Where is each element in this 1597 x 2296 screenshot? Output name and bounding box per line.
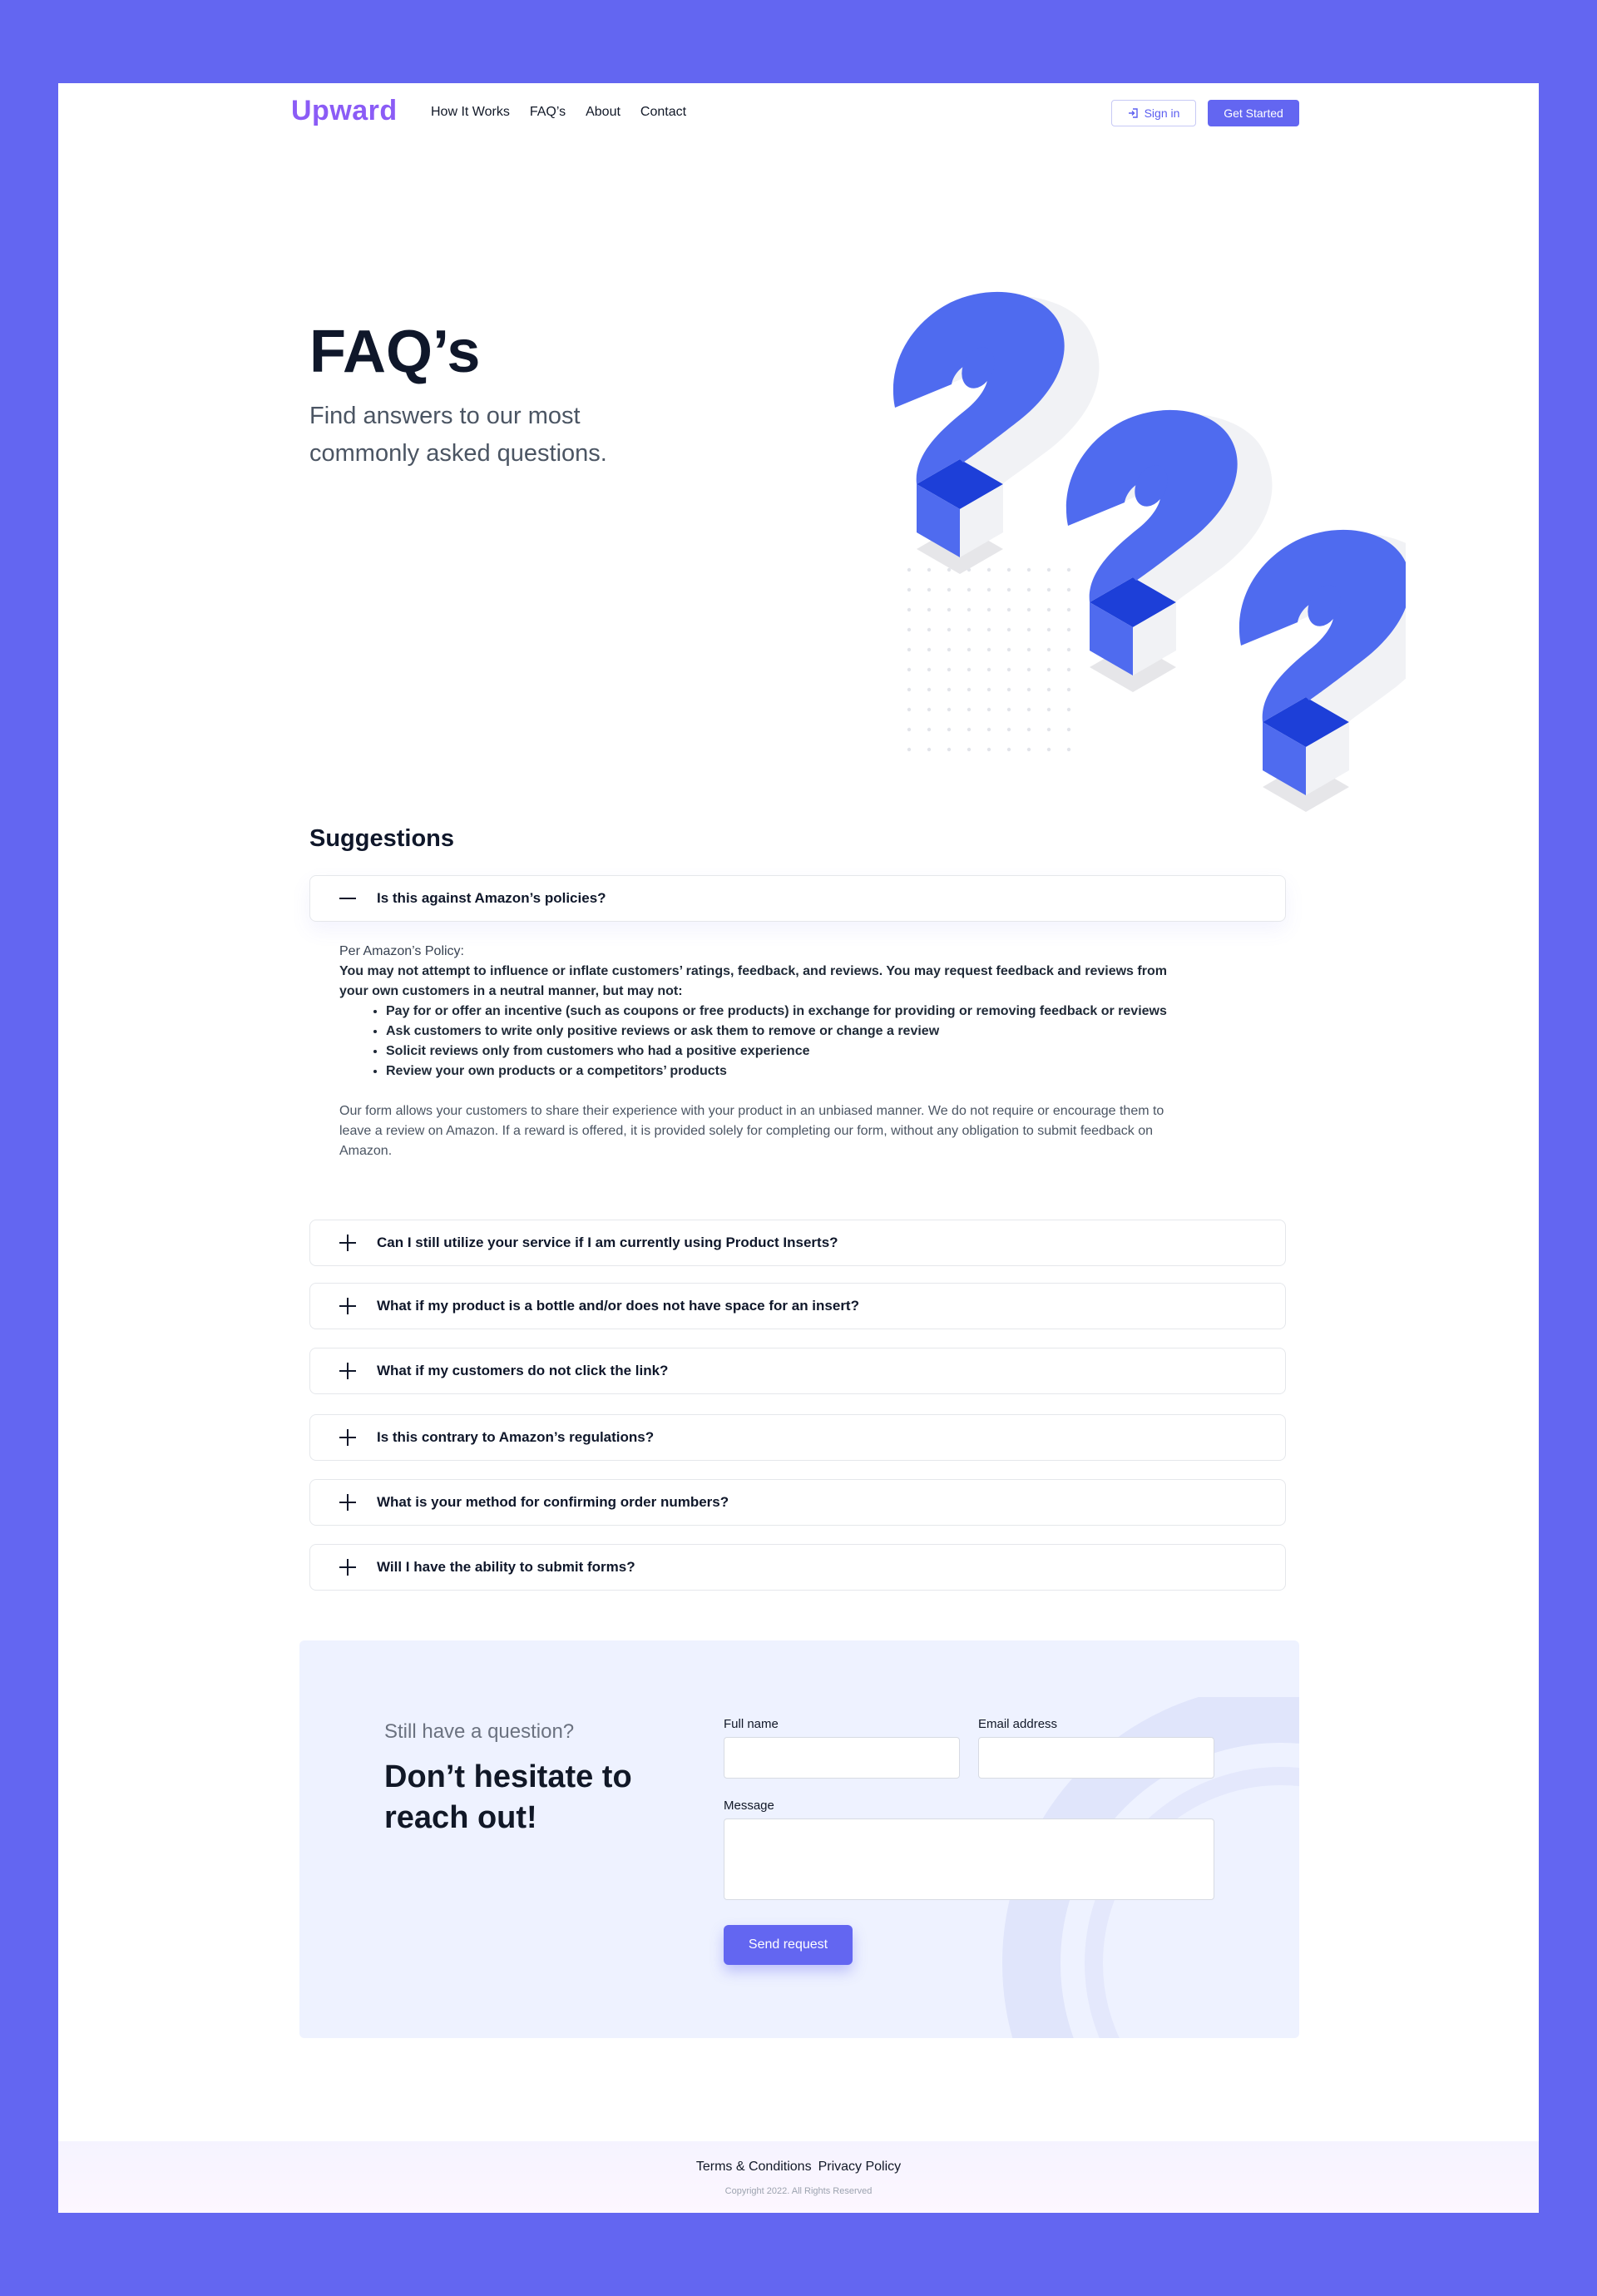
answer-policy: You may not attempt to influence or infl… [339, 964, 1167, 998]
plus-icon [339, 1428, 357, 1447]
email-label: Email address [978, 1717, 1058, 1731]
nav-link-faqs[interactable]: FAQ’s [530, 105, 566, 120]
faq-question: Is this contrary to Amazon’s regulations… [377, 1429, 655, 1445]
sign-in-label: Sign in [1144, 106, 1180, 120]
faq-question: Is this against Amazon’s policies? [377, 890, 606, 906]
nav-link-contact[interactable]: Contact [640, 105, 686, 120]
faq-item-bottle-product[interactable]: What if my product is a bottle and/or do… [309, 1283, 1286, 1329]
message-field[interactable] [724, 1818, 1214, 1900]
privacy-link[interactable]: Privacy Policy [818, 2160, 902, 2175]
message-label: Message [724, 1799, 774, 1813]
plus-icon [339, 1558, 357, 1576]
get-started-button[interactable]: Get Started [1208, 100, 1299, 126]
list-item: Solicit reviews only from customers who … [386, 1042, 1171, 1061]
answer-intro: Per Amazon’s Policy: [339, 944, 464, 958]
footer: Terms & Conditions Privacy Policy Copyri… [58, 2141, 1539, 2213]
plus-icon [339, 1493, 357, 1512]
hero-subtitle: Find answers to our most commonly asked … [309, 403, 607, 467]
logo[interactable]: Upward [291, 95, 398, 127]
copyright: Copyright 2022. All Rights Reserved [724, 2186, 873, 2196]
faq-item-submit-forms[interactable]: Will I have the ability to submit forms? [309, 1544, 1286, 1591]
list-item: Pay for or offer an incentive (such as c… [386, 1002, 1171, 1022]
sign-in-icon [1128, 108, 1138, 118]
question-mark-illustration [892, 291, 1406, 812]
nav-link-how-it-works[interactable]: How It Works [431, 105, 510, 120]
faq-item-amazon-policies[interactable]: Is this against Amazon’s policies? [309, 875, 1286, 922]
faq-question: What if my product is a bottle and/or do… [377, 1298, 859, 1314]
faq-item-product-inserts[interactable]: Can I still utilize your service if I am… [309, 1220, 1286, 1266]
faq-item-amazon-regulations[interactable]: Is this contrary to Amazon’s regulations… [309, 1414, 1286, 1461]
sign-in-button[interactable]: Sign in [1111, 100, 1196, 126]
contact-kicker: Still have a question? [384, 1720, 575, 1743]
full-name-label: Full name [724, 1717, 779, 1731]
faq-answer: Per Amazon’s Policy: You may not attempt… [339, 942, 1171, 1161]
faq-question: Will I have the ability to submit forms? [377, 1559, 635, 1575]
send-request-button[interactable]: Send request [724, 1925, 853, 1965]
footer-links: Terms & Conditions Privacy Policy [58, 2160, 1539, 2175]
answer-note: Our form allows your customers to share … [339, 1104, 1164, 1158]
terms-link[interactable]: Terms & Conditions [696, 2160, 812, 2175]
contact-section: Still have a question? Don’t hesitate to… [299, 1640, 1299, 2038]
page-title: FAQ’s [309, 319, 481, 385]
faq-item-no-click[interactable]: What if my customers do not click the li… [309, 1348, 1286, 1394]
minus-icon [339, 889, 357, 908]
nav-link-about[interactable]: About [586, 105, 621, 120]
plus-icon [339, 1297, 357, 1315]
plus-icon [339, 1362, 357, 1380]
contact-heading: Don’t hesitate to reach out! [384, 1759, 632, 1835]
nav-links: How It Works FAQ’s About Contact [431, 105, 686, 120]
faq-question: What if my customers do not click the li… [377, 1363, 669, 1378]
list-item: Ask customers to write only positive rev… [386, 1022, 1171, 1042]
faq-question: What is your method for confirming order… [377, 1494, 729, 1510]
full-name-field[interactable] [724, 1737, 960, 1779]
plus-icon [339, 1234, 357, 1252]
email-field[interactable] [978, 1737, 1214, 1779]
suggestions-title: Suggestions [309, 825, 455, 852]
answer-list: Pay for or offer an incentive (such as c… [339, 1002, 1171, 1081]
top-nav: Upward How It Works FAQ’s About Contact … [58, 83, 1539, 143]
list-item: Review your own products or a competitor… [386, 1061, 1171, 1081]
page-frame: Upward How It Works FAQ’s About Contact … [58, 83, 1539, 2213]
faq-item-order-numbers[interactable]: What is your method for confirming order… [309, 1479, 1286, 1526]
faq-question: Can I still utilize your service if I am… [377, 1235, 838, 1250]
